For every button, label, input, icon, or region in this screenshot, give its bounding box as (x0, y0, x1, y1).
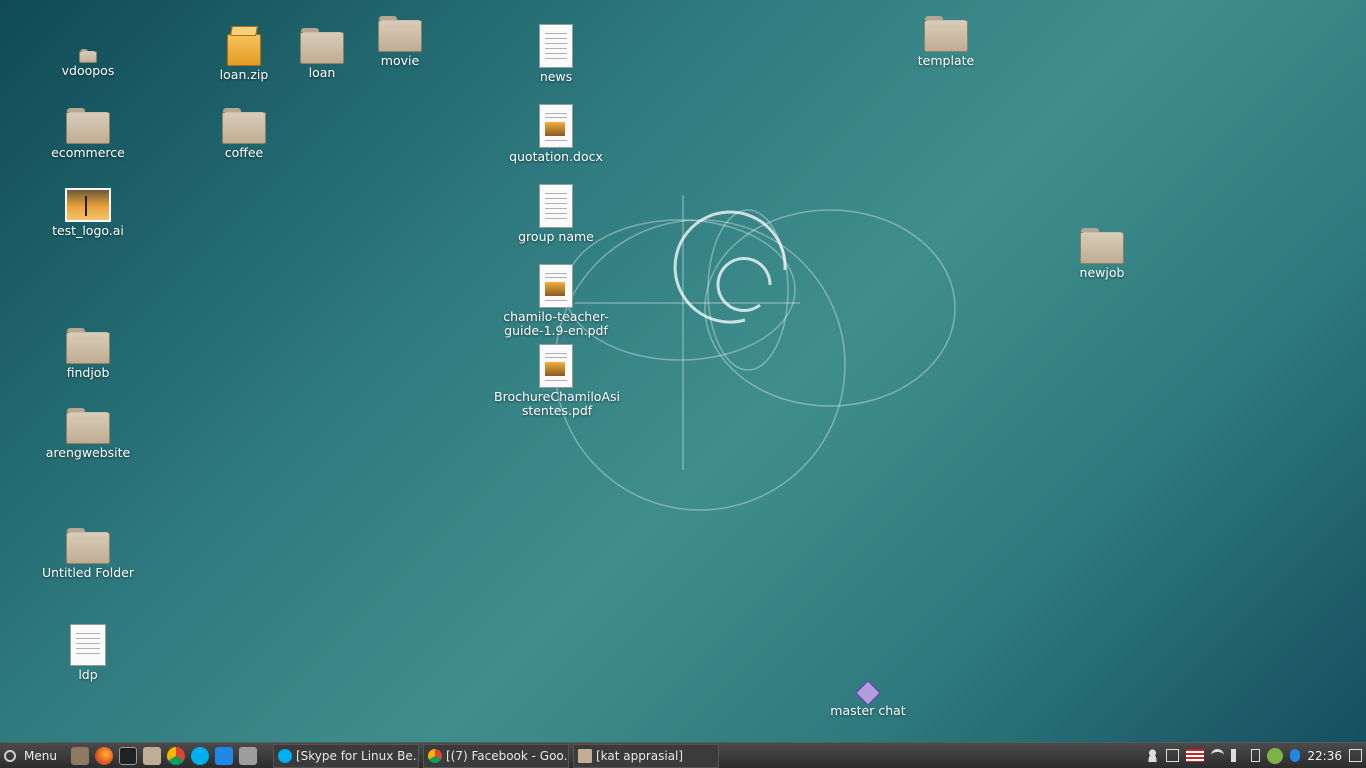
desktop-icon-coffee[interactable]: coffee (179, 106, 309, 160)
document-icon (70, 624, 106, 666)
task-skype[interactable]: [Skype for Linux Be... (272, 743, 419, 768)
desktop-icon-label: chamilo-teacher-guide-1.9-en.pdf (503, 309, 609, 338)
taskbar: Menu [Skype for Linux Be... [(7) Faceboo… (0, 742, 1366, 768)
document-image-icon (539, 104, 573, 148)
vscode-icon[interactable] (214, 746, 233, 765)
show-desktop-corner-icon[interactable] (1349, 749, 1362, 762)
user-icon[interactable] (1146, 749, 1160, 762)
clipboard-icon[interactable] (1166, 749, 1180, 762)
archive-icon (227, 26, 261, 66)
desktop-icon-chamilo-teacher-guide[interactable]: chamilo-teacher-guide-1.9-en.pdf (491, 264, 621, 338)
launcher-panel (65, 743, 257, 768)
document-icon (539, 184, 573, 228)
desktop-icon-ldp[interactable]: ldp (23, 624, 153, 682)
desktop-icon-label: ldp (78, 667, 98, 682)
terminal-icon[interactable] (118, 746, 137, 765)
desktop-icon-news[interactable]: news (491, 24, 621, 84)
desktop-icon-template[interactable]: template (881, 14, 1011, 68)
desktop-icon-label: master chat (830, 703, 906, 718)
skype-icon (277, 748, 292, 763)
desktop-icon-vdoopos[interactable]: vdoopos (23, 48, 153, 78)
desktop-icon-label: vdoopos (61, 63, 115, 78)
desktop-icon-label: quotation.docx (509, 149, 603, 164)
desktop-icon-label: group name (518, 229, 594, 244)
chat-launcher-icon (855, 680, 881, 706)
wifi-icon[interactable] (1211, 749, 1225, 762)
document-image-icon (539, 344, 573, 388)
desktop-icon-ecommerce[interactable]: ecommerce (23, 106, 153, 160)
update-check-icon[interactable] (1267, 747, 1284, 764)
desktop-icon-brochure-chamilo[interactable]: BrochureChamiloAsistentes.pdf (491, 344, 621, 418)
desktop-icon-movie[interactable]: movie (335, 14, 465, 68)
folder-icon (66, 526, 110, 564)
folder-icon (79, 48, 97, 63)
gear-icon (4, 749, 16, 762)
image-icon (65, 188, 111, 222)
show-desktop-icon[interactable] (70, 746, 89, 765)
desktop-icon-label: arengwebsite (45, 445, 131, 460)
skype-icon[interactable] (190, 746, 209, 765)
menu-button[interactable]: Menu (0, 743, 65, 768)
desktop-icon-master-chat[interactable]: master chat (803, 680, 933, 718)
desktop-icon-test-logo-ai[interactable]: test_logo.ai (23, 188, 153, 238)
desktop-icon-label: newjob (1079, 265, 1125, 280)
document-image-icon (539, 264, 573, 308)
desktop-icon-arengwebsite[interactable]: arengwebsite (23, 406, 153, 460)
chrome-icon[interactable] (166, 746, 185, 765)
us-flag-icon[interactable] (1186, 749, 1205, 762)
screenshot-icon[interactable] (238, 746, 257, 765)
chrome-icon (427, 748, 442, 763)
files-icon[interactable] (142, 746, 161, 765)
document-icon (539, 24, 573, 68)
desktop-icon-label: movie (380, 53, 420, 68)
system-tray: 22:36 (1146, 743, 1366, 768)
folder-icon (66, 106, 110, 144)
folder-icon (577, 748, 592, 763)
desktop-icon-quotation-docx[interactable]: quotation.docx (491, 104, 621, 164)
volume-icon[interactable] (1231, 749, 1245, 762)
bluetooth-icon[interactable] (1290, 749, 1301, 762)
folder-icon (378, 14, 422, 52)
task-kat-apprasial[interactable]: [kat apprasial] (572, 743, 719, 768)
task-label: [kat apprasial] (595, 748, 684, 763)
desktop-icon-label: Untitled Folder (41, 565, 135, 580)
task-label: [(7) Facebook - Goo... (445, 748, 569, 763)
desktop-icon-untitled-folder[interactable]: Untitled Folder (23, 526, 153, 580)
battery-icon[interactable] (1251, 749, 1261, 762)
folder-icon (222, 106, 266, 144)
task-facebook-chrome[interactable]: [(7) Facebook - Goo... (422, 743, 569, 768)
folder-icon (66, 326, 110, 364)
desktop-icon-label: loan (308, 65, 336, 80)
firefox-icon[interactable] (94, 746, 113, 765)
desktop-icon-newjob[interactable]: newjob (1037, 226, 1167, 280)
desktop-icon-label: BrochureChamiloAsistentes.pdf (494, 389, 620, 418)
desktop-icon-label: test_logo.ai (52, 223, 124, 238)
folder-icon (66, 406, 110, 444)
desktop-icon-label: ecommerce (51, 145, 125, 160)
desktop-icon-label: findjob (66, 365, 110, 380)
clock[interactable]: 22:36 (1307, 749, 1342, 763)
menu-label: Menu (24, 748, 57, 763)
folder-icon (1080, 226, 1124, 264)
folder-icon (924, 14, 968, 52)
desktop-icon-label: news (539, 69, 573, 84)
desktop-icon-findjob[interactable]: findjob (23, 326, 153, 380)
desktop-icon-group-name[interactable]: group name (491, 184, 621, 244)
desktop-icon-label: template (917, 53, 975, 68)
desktop-icon-label: coffee (224, 145, 264, 160)
task-label: [Skype for Linux Be... (295, 748, 419, 763)
